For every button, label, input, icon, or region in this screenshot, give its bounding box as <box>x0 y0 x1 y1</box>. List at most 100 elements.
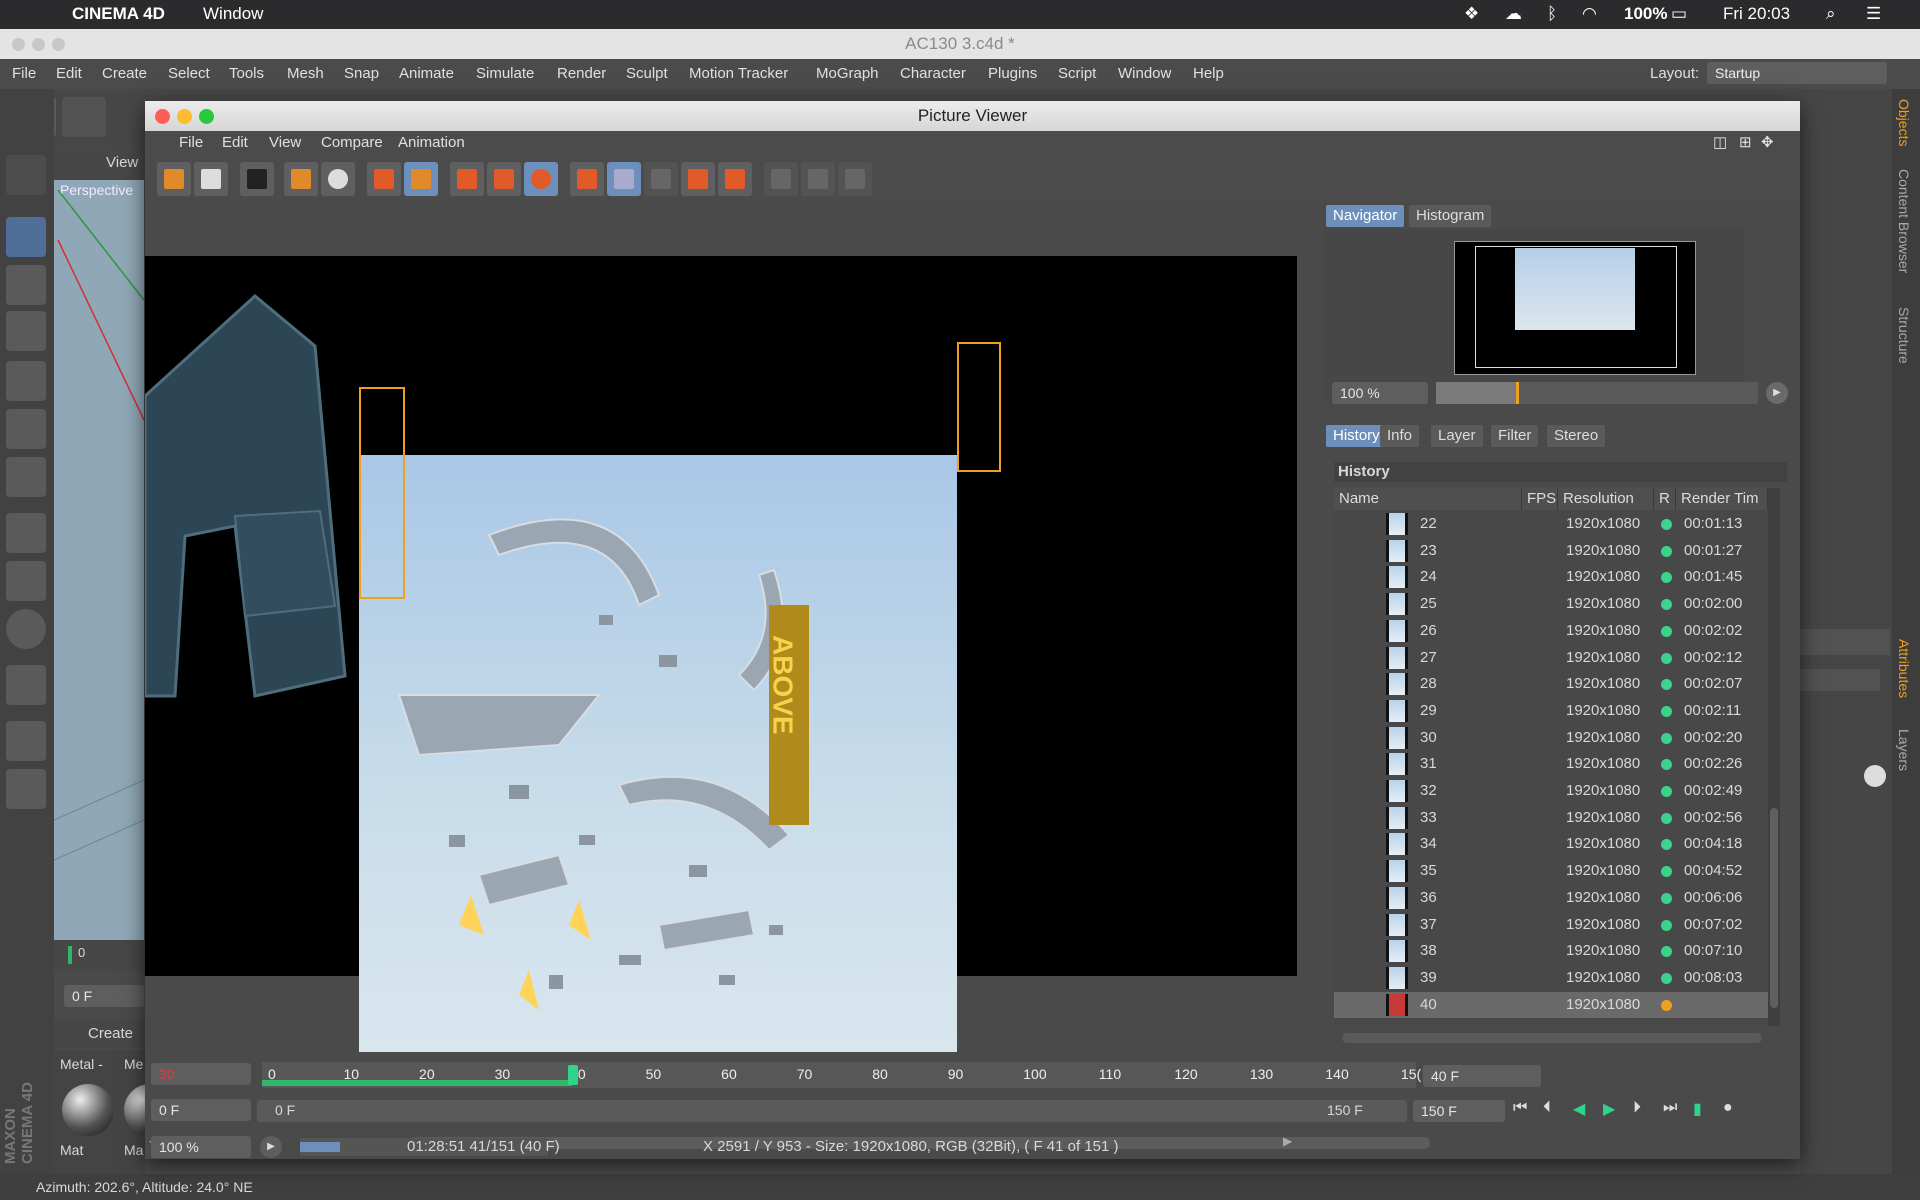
history-row[interactable]: 29 1920x1080 00:02:11 <box>1334 698 1768 725</box>
texture-mode-icon[interactable] <box>6 265 46 305</box>
tab-layer[interactable]: Layer <box>1431 425 1483 447</box>
tab-attributes[interactable]: Attributes <box>1896 639 1912 698</box>
navigator-zoom-slider[interactable] <box>1436 382 1758 404</box>
pv-menu-compare[interactable]: Compare <box>321 134 383 151</box>
current-frame-handle[interactable] <box>568 1065 578 1085</box>
menu-motion-tracker[interactable]: Motion Tracker <box>689 65 788 82</box>
menu-character[interactable]: Character <box>900 65 966 82</box>
play-forward-icon[interactable]: ▶ <box>1603 1099 1615 1119</box>
lock-workplane-icon[interactable] <box>6 721 46 761</box>
set-a-icon[interactable] <box>681 162 715 196</box>
col-resolution[interactable]: Resolution <box>1558 488 1654 510</box>
history-row[interactable]: 39 1920x1080 00:08:03 <box>1334 965 1768 992</box>
pointer-icon[interactable] <box>1864 765 1886 787</box>
menu-select[interactable]: Select <box>168 65 210 82</box>
model-mode-icon[interactable] <box>6 155 46 195</box>
polygons-mode-icon[interactable] <box>6 457 46 497</box>
menu-plugins[interactable]: Plugins <box>988 65 1037 82</box>
close-button[interactable] <box>12 38 25 51</box>
pv-minimize-button[interactable] <box>177 109 192 124</box>
next-key-icon[interactable]: ⏵ <box>1633 1099 1641 1117</box>
workplane-mode-icon[interactable] <box>6 311 46 351</box>
material-ball-1[interactable] <box>62 1084 114 1136</box>
loop-icon[interactable]: ▮ <box>1693 1099 1702 1119</box>
menu-animate[interactable]: Animate <box>399 65 454 82</box>
tweak-mode-icon[interactable] <box>6 561 46 601</box>
col-render-time[interactable]: Render Tim <box>1676 488 1768 510</box>
window-menu[interactable]: Window <box>203 4 263 24</box>
tab-content-browser[interactable]: Content Browser <box>1896 169 1912 273</box>
pv-close-button[interactable] <box>155 109 170 124</box>
pv-play-icon[interactable]: ▶ <box>260 1136 282 1158</box>
team-render-icon[interactable] <box>524 162 558 196</box>
range-slider[interactable]: 0 F 150 F <box>257 1100 1407 1122</box>
copy-icon[interactable] <box>404 162 438 196</box>
navigator-view-rect[interactable] <box>1475 246 1677 368</box>
pv-menu-file[interactable]: File <box>179 134 203 151</box>
viewport-view-menu[interactable]: View <box>106 154 138 171</box>
magnet-icon[interactable] <box>6 665 46 705</box>
navigator-zoom-field[interactable]: 100 % <box>1332 382 1428 404</box>
tab-info[interactable]: Info <box>1380 425 1420 447</box>
menu-help[interactable]: Help <box>1193 65 1224 82</box>
ab-split-icon[interactable] <box>607 162 641 196</box>
tab-objects[interactable]: Objects <box>1896 99 1912 146</box>
col-name[interactable]: Name <box>1334 488 1522 510</box>
tab-filter[interactable]: Filter <box>1491 425 1539 447</box>
minimize-button[interactable] <box>32 38 45 51</box>
planar-workplane-icon[interactable] <box>6 769 46 809</box>
stereo-1-icon[interactable] <box>764 162 798 196</box>
menu-script[interactable]: Script <box>1058 65 1096 82</box>
history-row[interactable]: 26 1920x1080 00:02:02 <box>1334 618 1768 645</box>
history-vscroll[interactable] <box>1768 488 1780 1026</box>
wifi-icon[interactable]: ◠ <box>1582 4 1597 24</box>
material-tab-2[interactable]: Me <box>124 1056 143 1072</box>
tab-stereo[interactable]: Stereo <box>1547 425 1606 447</box>
menu-tools[interactable]: Tools <box>229 65 264 82</box>
clock[interactable]: Fri 20:03 <box>1723 4 1790 24</box>
menu-mograph[interactable]: MoGraph <box>816 65 879 82</box>
history-row[interactable]: 34 1920x1080 00:04:18 <box>1334 831 1768 858</box>
menu-mesh[interactable]: Mesh <box>287 65 324 82</box>
frame-ruler[interactable]: 010203040506070809010011012013014015( <box>262 1062 1421 1088</box>
history-row[interactable]: 30 1920x1080 00:02:20 <box>1334 725 1768 752</box>
col-r[interactable]: R <box>1654 488 1676 510</box>
history-row[interactable]: 36 1920x1080 00:06:06 <box>1334 885 1768 912</box>
history-hscroll[interactable] <box>1342 1033 1762 1043</box>
ab-swap-icon[interactable] <box>644 162 678 196</box>
pv-move-icon[interactable]: ✥ <box>1761 133 1774 151</box>
tab-history[interactable]: History <box>1326 425 1387 447</box>
frame-start-field[interactable]: 0 F <box>151 1099 251 1121</box>
history-row[interactable]: 31 1920x1080 00:02:26 <box>1334 751 1768 778</box>
spotlight-icon[interactable]: ⌕ <box>1826 4 1836 24</box>
history-row[interactable]: 32 1920x1080 00:02:49 <box>1334 778 1768 805</box>
tab-histogram[interactable]: Histogram <box>1409 205 1492 227</box>
axis-mode-icon[interactable] <box>6 513 46 553</box>
play-back-icon[interactable]: ◀ <box>1573 1099 1585 1119</box>
history-row[interactable]: 33 1920x1080 00:02:56 <box>1334 805 1768 832</box>
history-row[interactable]: 35 1920x1080 00:04:52 <box>1334 858 1768 885</box>
save-icon[interactable] <box>194 162 228 196</box>
col-fps[interactable]: FPS <box>1522 488 1558 510</box>
notification-center-icon[interactable]: ☰ <box>1866 4 1881 24</box>
history-row[interactable]: 38 1920x1080 00:07:10 <box>1334 938 1768 965</box>
perspective-viewport[interactable]: Perspective <box>54 180 144 940</box>
menu-create[interactable]: Create <box>102 65 147 82</box>
c4d-frame-field[interactable]: 0 F <box>64 985 144 1007</box>
crop-icon[interactable] <box>284 162 318 196</box>
clapper-icon[interactable] <box>240 162 274 196</box>
pv-panel-icon[interactable]: ⊞ <box>1739 133 1752 151</box>
history-row[interactable]: 27 1920x1080 00:02:12 <box>1334 645 1768 672</box>
pv-layout-icon[interactable]: ◫ <box>1713 133 1727 151</box>
menu-file[interactable]: File <box>12 65 36 82</box>
redo-icon[interactable] <box>62 97 106 137</box>
battery-icon[interactable]: ▭ <box>1671 4 1687 24</box>
history-row[interactable]: 25 1920x1080 00:02:00 <box>1334 591 1768 618</box>
tab-structure[interactable]: Structure <box>1896 307 1912 364</box>
set-b-icon[interactable] <box>718 162 752 196</box>
menu-render[interactable]: Render <box>557 65 606 82</box>
go-end-icon[interactable]: ⏭ <box>1663 1099 1677 1117</box>
navigator-play-icon[interactable]: ▶ <box>1766 382 1788 404</box>
prev-key-icon[interactable]: ⏴ <box>1543 1099 1551 1117</box>
creative-cloud-icon[interactable]: ☁ <box>1505 4 1522 24</box>
